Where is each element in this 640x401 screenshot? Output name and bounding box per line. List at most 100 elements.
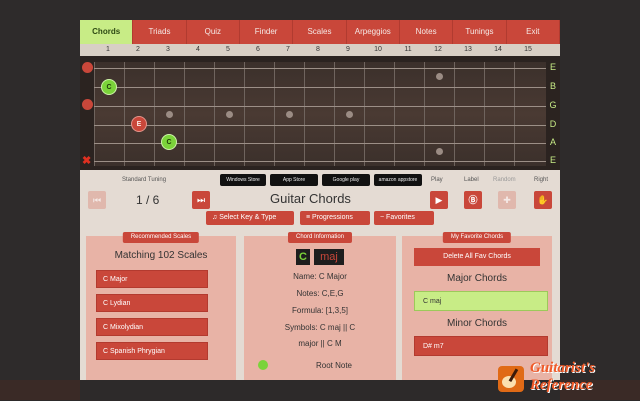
fret-line — [214, 62, 215, 166]
favorite-chords-header: My Favorite Chords — [442, 232, 512, 243]
fret-number: 13 — [464, 46, 472, 53]
matching-scales-title: Matching 102 Scales — [114, 250, 208, 261]
fret-line — [244, 62, 245, 166]
amazon-appstore-badge[interactable]: amazon appstore — [374, 174, 422, 186]
scale-item[interactable]: C Lydian — [96, 294, 208, 312]
google-play-badge[interactable]: Google play — [322, 174, 370, 186]
fret-line — [154, 62, 155, 166]
string-name: E — [549, 155, 556, 165]
favorites-label: Favorites — [386, 214, 415, 221]
right-hand-icon[interactable]: ✋ — [534, 191, 552, 209]
tab-tunings[interactable]: Tunings — [453, 20, 507, 44]
scale-item[interactable]: C Mixolydian — [96, 318, 208, 336]
open-string-marker[interactable] — [82, 62, 93, 73]
favorite-chord-item[interactable]: C maj — [414, 291, 548, 311]
fret-line — [394, 62, 395, 166]
fret-number: 10 — [374, 46, 382, 53]
fret-number: 8 — [316, 46, 320, 53]
play-icon[interactable]: ▶ — [430, 191, 448, 209]
app-window: Chords Triads Quiz Finder Scales Arpeggi… — [80, 0, 560, 400]
delete-all-favorites-button[interactable]: Delete All Fav Chords — [414, 248, 540, 266]
chord-information-panel: Chord Information C maj Name: C Major No… — [244, 232, 396, 380]
chord-notes: Notes: C,E,G — [296, 289, 344, 298]
fret-number: 9 — [346, 46, 350, 53]
favorites-button[interactable]: − Favorites — [374, 211, 434, 225]
fret-line — [304, 62, 305, 166]
fret-number: 3 — [166, 46, 170, 53]
progressions-button[interactable]: ≡ Progressions — [300, 211, 370, 225]
tab-quiz[interactable]: Quiz — [187, 20, 240, 44]
chord-symbols: Symbols: C maj || C — [284, 323, 356, 332]
open-string-marker[interactable] — [82, 99, 93, 110]
fret-line — [124, 62, 125, 166]
mute-icon[interactable]: ✖ — [82, 154, 91, 167]
fret-line — [454, 62, 455, 166]
chord-root: C — [296, 249, 310, 265]
root-note-label: Root Note — [315, 361, 353, 370]
fret-number: 5 — [226, 46, 230, 53]
string-name: D — [549, 119, 557, 129]
root-note-legend-icon — [258, 360, 268, 370]
tab-notes[interactable]: Notes — [400, 20, 454, 44]
right-margin — [560, 0, 640, 380]
tab-chords[interactable]: Chords — [80, 20, 134, 44]
favorite-chords-panel: My Favorite Chords Delete All Fav Chords… — [402, 232, 552, 380]
tuning-label: Standard Tuning — [122, 177, 167, 183]
string-line — [94, 106, 546, 107]
tab-exit[interactable]: Exit — [507, 20, 560, 44]
first-chord-button[interactable]: ⏮ — [88, 191, 106, 209]
fret-number: 6 — [256, 46, 260, 53]
select-key-type-button[interactable]: ♫ Select Key & Type — [206, 211, 294, 225]
fret-line — [514, 62, 515, 166]
chord-symbols-cont: major || C M — [298, 339, 342, 348]
string-line — [94, 87, 546, 88]
fret-inlay — [166, 111, 173, 118]
major-chords-title: Major Chords — [446, 273, 508, 284]
random-icon[interactable]: ✚ — [498, 191, 516, 209]
scale-item[interactable]: C Spanish Phrygian — [96, 342, 208, 360]
chord-type: maj — [314, 249, 344, 265]
fret-inlay — [346, 111, 353, 118]
app-store-badge[interactable]: App Store — [270, 174, 318, 186]
scale-item[interactable]: C Major — [96, 270, 208, 288]
fret-line — [364, 62, 365, 166]
string-name: A — [549, 137, 556, 147]
fret-number-row: 1 2 3 4 5 6 7 8 9 10 11 12 13 14 15 — [80, 44, 560, 56]
left-margin — [0, 0, 80, 380]
tab-finder[interactable]: Finder — [240, 20, 294, 44]
tab-triads[interactable]: Triads — [133, 20, 187, 44]
tab-arpeggios[interactable]: Arpeggios — [347, 20, 400, 44]
fret-note[interactable]: C — [161, 134, 177, 150]
windows-store-badge[interactable]: Windows Store — [220, 174, 266, 186]
page-title: Guitar Chords — [270, 191, 351, 206]
panels-area: Recommended Scales Matching 102 Scales C… — [80, 230, 560, 380]
fret-line — [334, 62, 335, 166]
chord-formula: Formula: [1,3,5] — [291, 306, 349, 315]
fret-note[interactable]: C — [101, 79, 117, 95]
fret-inlay — [436, 148, 443, 155]
fret-line — [274, 62, 275, 166]
chord-name: Name: C Major — [293, 272, 347, 281]
fret-inlay — [226, 111, 233, 118]
tab-scales[interactable]: Scales — [293, 20, 347, 44]
random-label: Random — [493, 177, 516, 183]
string-name: E — [549, 62, 556, 72]
fret-number: 7 — [286, 46, 290, 53]
fretboard[interactable]: ✖ C E C E B G D A E — [80, 56, 560, 170]
fret-line — [484, 62, 485, 166]
minor-chords-title: Minor Chords — [446, 318, 508, 329]
logo-line1: Guitarist's — [530, 360, 596, 376]
label-toggle-icon[interactable]: Ⓑ — [464, 191, 482, 209]
next-chord-button[interactable]: ⏭ — [192, 191, 210, 209]
fret-number: 1 — [106, 46, 110, 53]
select-key-type-label: Select Key & Type — [219, 214, 277, 221]
fret-note[interactable]: E — [131, 116, 147, 132]
string-name: B — [549, 81, 556, 91]
right-label: Right — [534, 177, 549, 183]
string-line — [94, 161, 546, 162]
recommended-scales-panel: Recommended Scales Matching 102 Scales C… — [86, 232, 236, 380]
control-band: Standard Tuning Windows Store App Store … — [80, 170, 560, 230]
string-line — [94, 68, 546, 69]
favorite-chord-item[interactable]: D# m7 — [414, 336, 548, 356]
fret-number: 15 — [524, 46, 532, 53]
